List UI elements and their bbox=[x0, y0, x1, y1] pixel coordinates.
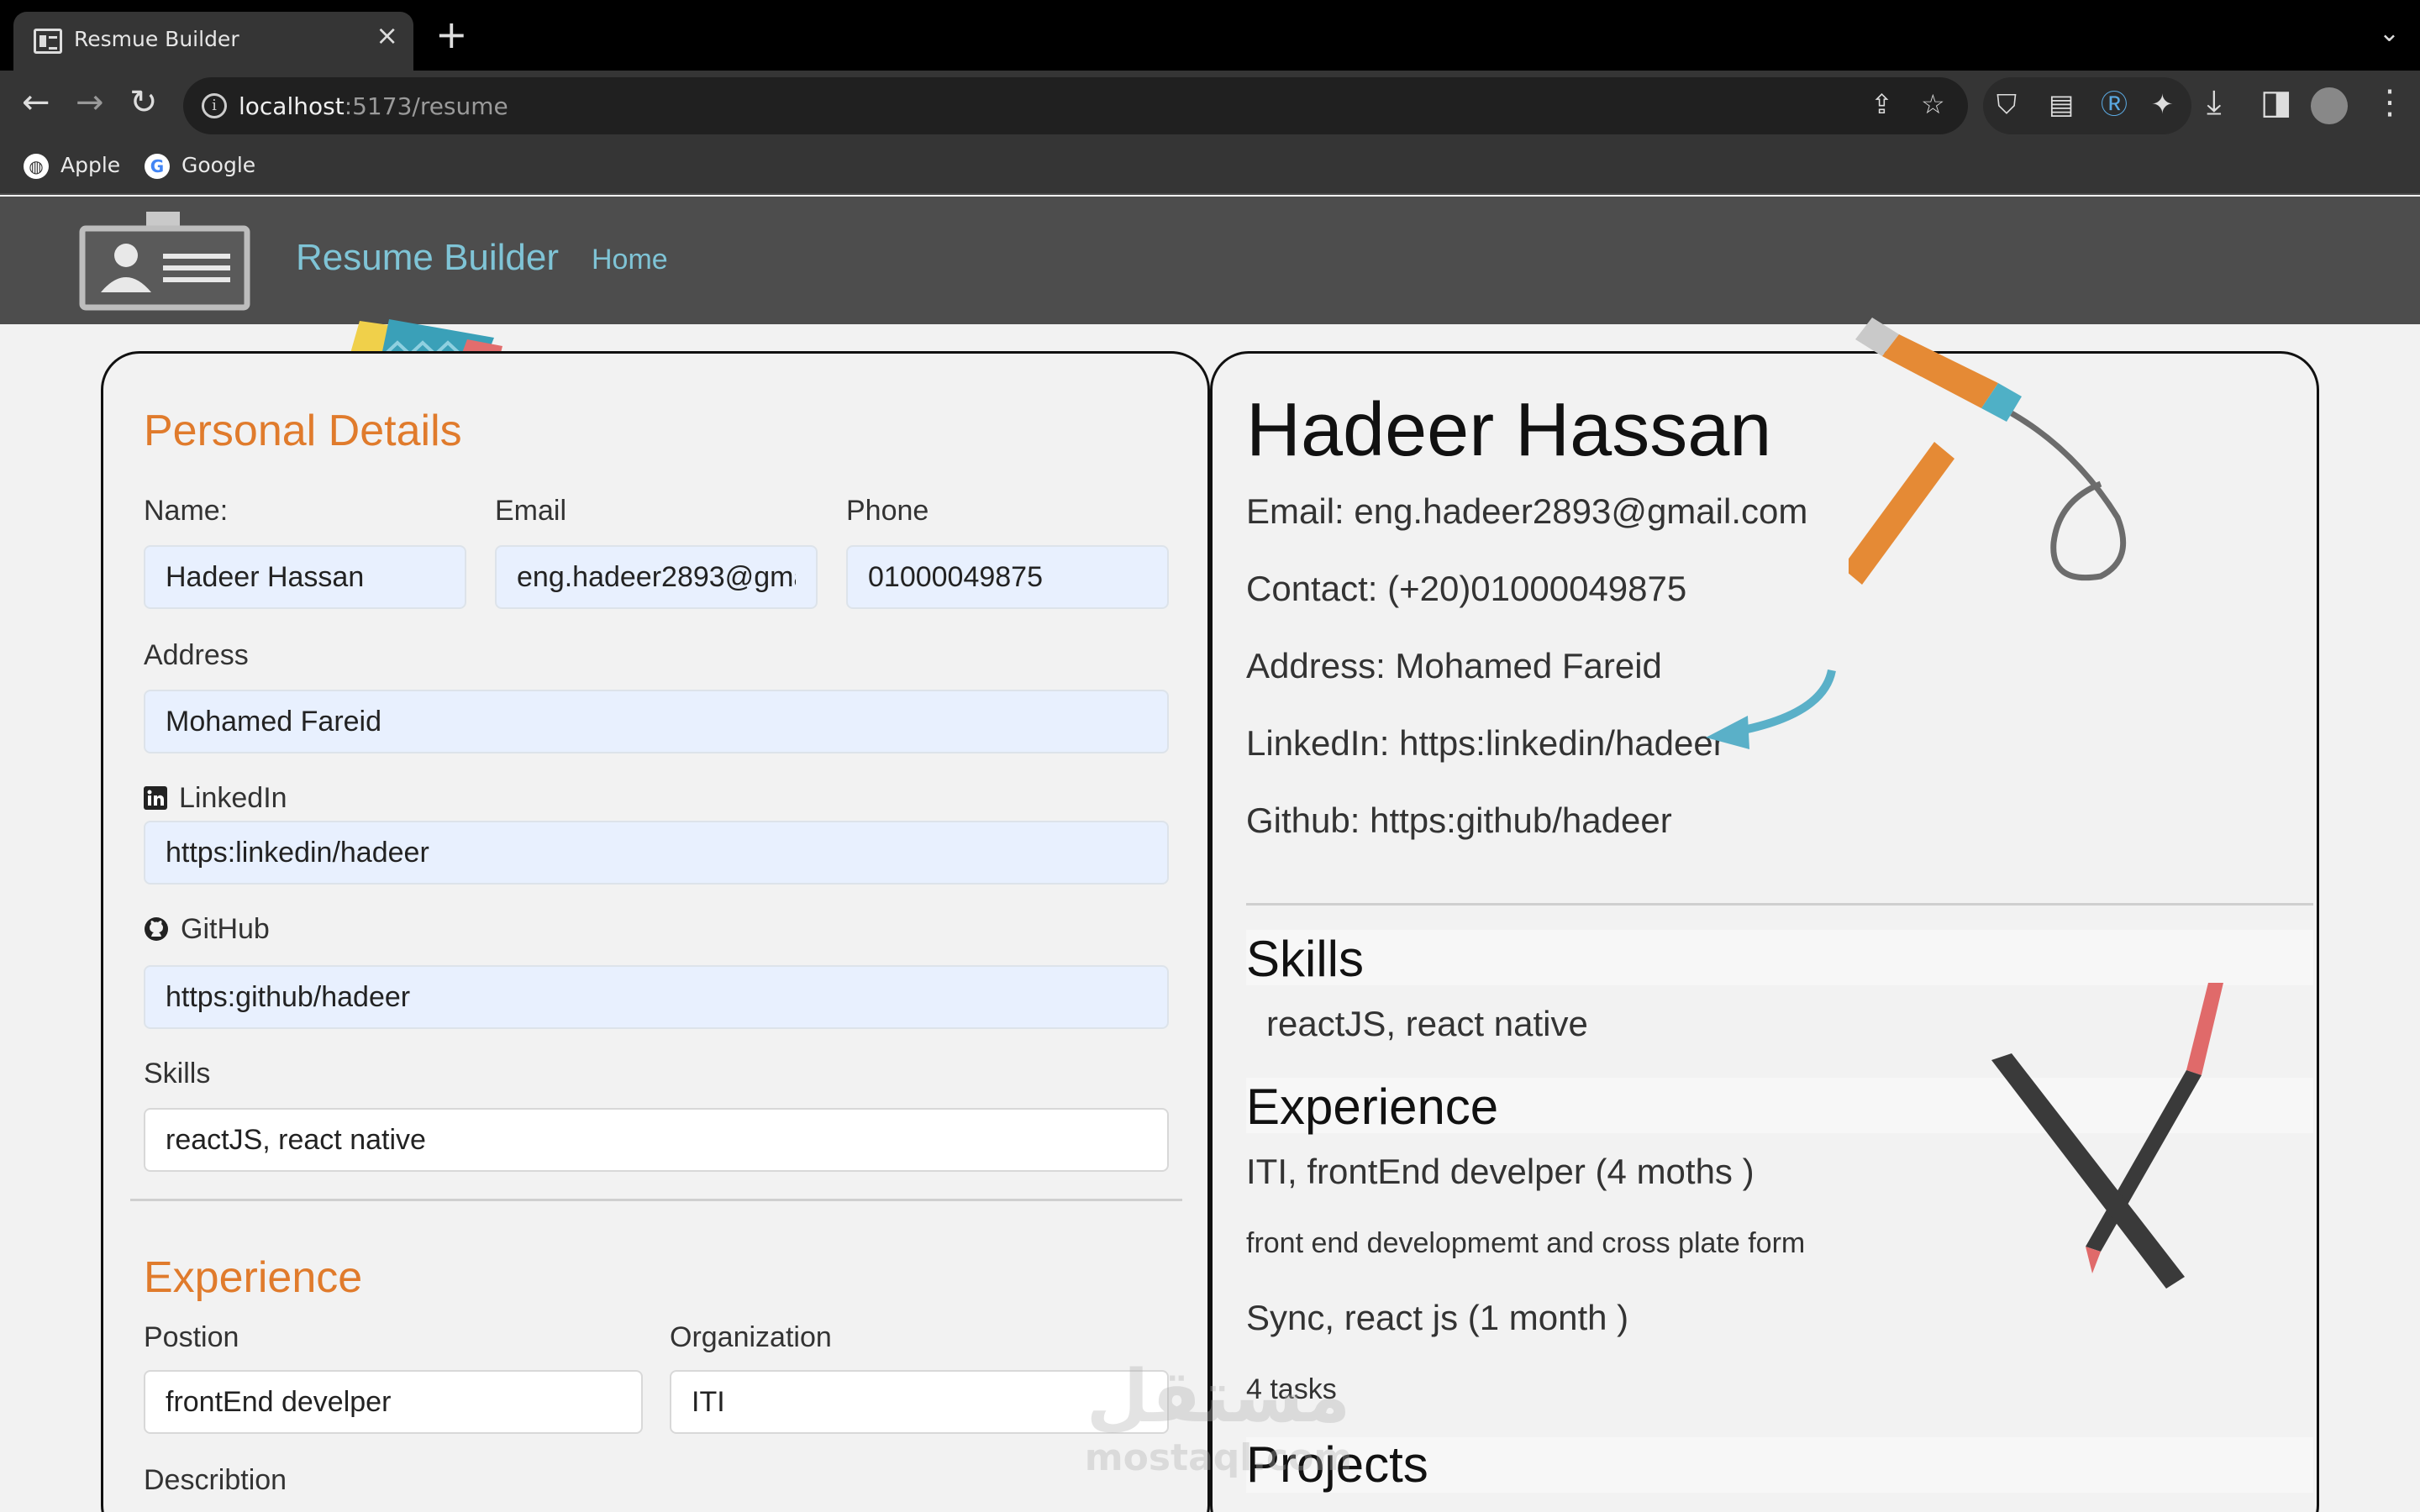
forward-arrow-icon[interactable]: → bbox=[76, 86, 104, 119]
organization-label: Organization bbox=[670, 1321, 832, 1353]
phone-input[interactable] bbox=[846, 545, 1169, 609]
menu-kebab-icon[interactable]: ⋮ bbox=[2373, 86, 2407, 119]
site-info-icon[interactable]: i bbox=[202, 93, 227, 118]
preview-email: Email: eng.hadeer2893@gmail.com bbox=[1246, 491, 1808, 531]
bookmarks-bar: ◍ Apple G Google bbox=[0, 141, 2420, 195]
email-label: Email bbox=[495, 495, 567, 527]
skills-band bbox=[1246, 930, 2313, 985]
r-extension-icon[interactable]: Ⓡ bbox=[2101, 91, 2128, 118]
shield-extension-icon[interactable]: ⛉ bbox=[1996, 91, 2017, 118]
github-input[interactable] bbox=[144, 965, 1169, 1029]
linkedin-icon bbox=[144, 786, 167, 810]
svg-text:مستقل: مستقل bbox=[1086, 1355, 1351, 1439]
tab-close-icon[interactable]: × bbox=[376, 22, 398, 49]
personal-details-form-card: Personal Details Name: Email Phone Addre… bbox=[101, 351, 1210, 1512]
address-bar[interactable]: i localhost:5173/resume ⇪ ☆ bbox=[183, 77, 1968, 134]
personal-details-heading: Personal Details bbox=[144, 407, 462, 455]
url-text[interactable]: localhost:5173/resume bbox=[239, 92, 508, 120]
preview-contact: Contact: (+20)01000049875 bbox=[1246, 569, 1687, 608]
email-input[interactable] bbox=[495, 545, 818, 609]
preview-exp2-title: Sync, react js (1 month ) bbox=[1246, 1298, 1629, 1337]
name-label: Name: bbox=[144, 495, 229, 527]
preview-skills-text: reactJS, react native bbox=[1266, 1004, 1588, 1043]
reload-icon[interactable]: ↻ bbox=[129, 86, 158, 119]
preview-address: Address: Mohamed Fareid bbox=[1246, 646, 1662, 685]
github-icon bbox=[145, 917, 168, 941]
watermark-logo-icon: مستقل mostaql.com bbox=[1085, 1355, 1352, 1479]
side-panel-icon[interactable]: ◨ bbox=[2260, 86, 2292, 119]
download-icon[interactable]: ⤓ bbox=[2207, 86, 2222, 119]
google-icon: G bbox=[145, 154, 170, 179]
id-card-icon[interactable] bbox=[79, 212, 250, 311]
description-label: Describtion bbox=[144, 1464, 287, 1496]
tab-title: Resmue Builder bbox=[74, 27, 239, 51]
puzzle-extensions-icon[interactable]: ✦ bbox=[2151, 91, 2174, 118]
preview-exp1-desc: front end developmemt and cross plate fo… bbox=[1246, 1227, 1806, 1259]
app-navbar: Resume Builder Home bbox=[0, 197, 2420, 324]
preview-linkedin: LinkedIn: https:linkedin/hadeer bbox=[1246, 723, 1725, 763]
brand-title[interactable]: Resume Builder bbox=[296, 237, 559, 279]
preview-name: Hadeer Hassan bbox=[1246, 388, 1772, 472]
preview-skills-heading: Skills bbox=[1246, 931, 1365, 987]
document-extension-icon[interactable]: ▤ bbox=[2049, 91, 2074, 118]
profile-avatar[interactable] bbox=[2311, 87, 2348, 124]
address-input[interactable] bbox=[144, 690, 1169, 753]
apple-globe-icon: ◍ bbox=[24, 154, 49, 179]
skills-input[interactable] bbox=[144, 1108, 1169, 1172]
linkedin-label: LinkedIn bbox=[144, 782, 287, 815]
position-label: Postion bbox=[144, 1321, 239, 1353]
preview-experience-heading: Experience bbox=[1246, 1079, 1499, 1135]
preview-github: Github: https:github/hadeer bbox=[1246, 801, 1672, 840]
bookmark-google[interactable]: G Google bbox=[145, 153, 255, 179]
browser-tab[interactable]: Resmue Builder × bbox=[13, 12, 413, 71]
back-arrow-icon[interactable]: ← bbox=[22, 86, 50, 119]
bookmark-star-icon[interactable]: ☆ bbox=[1921, 91, 1945, 118]
tab-favicon-icon bbox=[34, 29, 62, 54]
section-divider bbox=[130, 1199, 1182, 1201]
new-tab-icon[interactable]: + bbox=[435, 15, 468, 54]
nav-home-link[interactable]: Home bbox=[592, 244, 668, 276]
experience-heading: Experience bbox=[144, 1253, 363, 1302]
name-input[interactable] bbox=[144, 545, 466, 609]
phone-label: Phone bbox=[846, 495, 929, 527]
position-input[interactable] bbox=[144, 1370, 643, 1434]
preview-exp1-title: ITI, frontEnd develper (4 moths ) bbox=[1246, 1152, 1754, 1191]
tab-search-chevron-icon[interactable]: ⌄ bbox=[2379, 18, 2400, 48]
github-label: GitHub bbox=[144, 913, 270, 946]
skills-label: Skills bbox=[144, 1058, 211, 1089]
share-icon[interactable]: ⇪ bbox=[1870, 91, 1893, 118]
bookmark-apple[interactable]: ◍ Apple bbox=[24, 153, 120, 179]
preview-divider bbox=[1246, 903, 2313, 906]
extensions-area: ⛉ ▤ Ⓡ ✦ bbox=[1983, 77, 2191, 134]
resume-preview-card: Hadeer Hassan Email: eng.hadeer2893@gmai… bbox=[1210, 351, 2319, 1512]
browser-toolbar: ← → ↻ i localhost:5173/resume ⇪ ☆ ⛉ ▤ Ⓡ … bbox=[0, 71, 2420, 141]
svg-text:mostaql.com: mostaql.com bbox=[1085, 1436, 1352, 1479]
address-label: Address bbox=[144, 639, 249, 671]
browser-tab-bar: Resmue Builder × + ⌄ bbox=[0, 0, 2420, 71]
linkedin-input[interactable] bbox=[144, 821, 1169, 885]
